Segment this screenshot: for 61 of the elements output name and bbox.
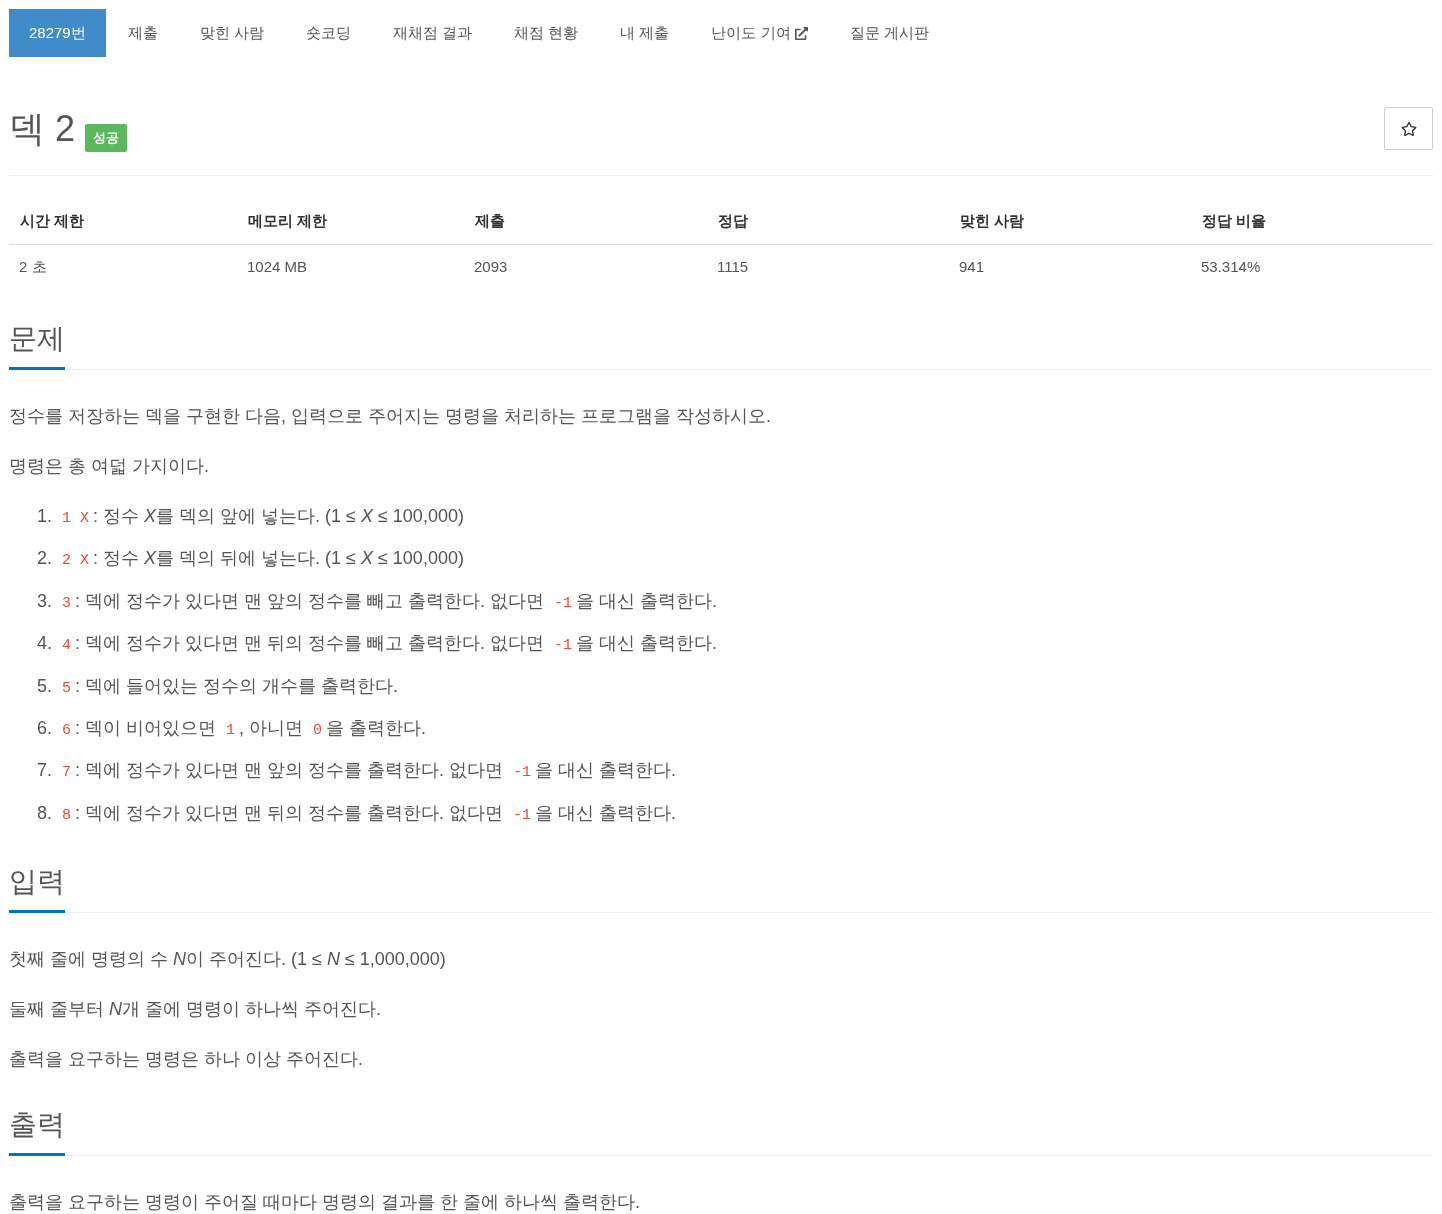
list-number: 3. (37, 590, 52, 611)
problem-title: 덱 2 (9, 107, 76, 150)
favorite-button[interactable] (1384, 107, 1433, 150)
inline-code: 6 (61, 721, 73, 739)
table-header-cell: 정답 (718, 212, 748, 229)
inline-code: 1 (225, 721, 237, 739)
list-number: 2. (37, 548, 52, 569)
table-cell: 53.314% (1201, 257, 1261, 275)
inline-code: -1 (512, 764, 533, 782)
list-number: 6. (37, 717, 52, 738)
paragraph: 둘째 줄부터 N개 줄에 명령이 하나씩 주어진다. (9, 997, 383, 1021)
table-cell: 1024 MB (247, 257, 308, 275)
table-header-cell: 시간 제한 (20, 212, 85, 229)
table-cell: 941 (959, 257, 985, 275)
list-item-text: : 정수 X를 덱의 앞에 넣는다. (1 ≤ X ≤ 100,000) (93, 506, 464, 526)
list-item-text: , 아니면 (239, 717, 304, 738)
inline-code: 4 (61, 637, 73, 655)
status-badge: 성공 (85, 124, 128, 152)
paragraph: 정수를 저장하는 덱을 구현한 다음, 입력으로 주어지는 명령을 처리하는 프로그램을 작성하시오. (9, 405, 772, 428)
list-item-text: 을 대신 출력한다. (535, 802, 677, 823)
table-header-cell: 맞힌 사람 (960, 212, 1025, 229)
list-item-text: 을 대신 출력한다. (576, 633, 718, 654)
list-item-text: : 덱에 정수가 있다면 맨 앞의 정수를 출력한다. 없다면 (75, 760, 504, 781)
section-heading: 출력 (9, 1106, 65, 1156)
inline-code: -1 (512, 806, 533, 824)
paragraph: 출력을 요구하는 명령이 주어질 때마다 명령의 결과를 한 줄에 하나씩 출력한다. (9, 1190, 641, 1214)
list-item-text: : 덱에 정수가 있다면 맨 앞의 정수를 빼고 출력한다. 없다면 (75, 590, 545, 611)
list-item-text: : 정수 X를 덱의 뒤에 넣는다. (1 ≤ X ≤ 100,000) (93, 548, 464, 569)
inline-code: 0 (312, 721, 324, 739)
list-number: 1. (37, 506, 52, 526)
list-item-text: : 덱에 정수가 있다면 맨 뒤의 정수를 빼고 출력한다. 없다면 (75, 633, 545, 654)
list-item-text: 을 대신 출력한다. (576, 590, 718, 611)
table-header-cell: 메모리 제한 (248, 212, 328, 229)
list-number: 5. (37, 675, 52, 696)
list-number: 7. (37, 760, 52, 781)
table-header-cell: 제출 (475, 212, 505, 229)
section-heading: 문제 (9, 321, 65, 370)
table-cell: 1115 (717, 257, 749, 275)
table-cell: 2 초 (19, 257, 47, 275)
list-item-text: : 덱이 비어있으면 (75, 717, 217, 738)
inline-code: 8 (61, 806, 73, 824)
paragraph: 첫째 줄에 명령의 수 N이 주어진다. (1 ≤ N ≤ 1,000,000) (9, 947, 447, 971)
inline-code: 3 (61, 594, 73, 612)
section-heading: 입력 (9, 863, 65, 913)
table-header-cell: 정답 비율 (1202, 212, 1267, 229)
list-item-text: 을 출력한다. (326, 717, 427, 738)
list-number: 4. (37, 633, 52, 654)
list-item-text: 을 대신 출력한다. (535, 760, 677, 781)
inline-code: 2 X (61, 552, 91, 570)
inline-code: 7 (61, 764, 73, 782)
list-item-text: : 덱에 들어있는 정수의 개수를 출력한다. (75, 675, 399, 696)
inline-code: 5 (61, 679, 73, 697)
table-cell: 2093 (474, 257, 508, 275)
inline-code: -1 (553, 594, 574, 612)
paragraph: 명령은 총 여덟 가지이다. (9, 455, 210, 478)
inline-code: -1 (553, 637, 574, 655)
list-number: 8. (37, 802, 52, 823)
tab[interactable]: 28279번 (9, 9, 106, 57)
inline-code: 1 X (61, 510, 91, 527)
list-item-text: : 덱에 정수가 있다면 맨 뒤의 정수를 출력한다. 없다면 (75, 802, 504, 823)
paragraph: 출력을 요구하는 명령은 하나 이상 주어진다. (9, 1047, 364, 1071)
